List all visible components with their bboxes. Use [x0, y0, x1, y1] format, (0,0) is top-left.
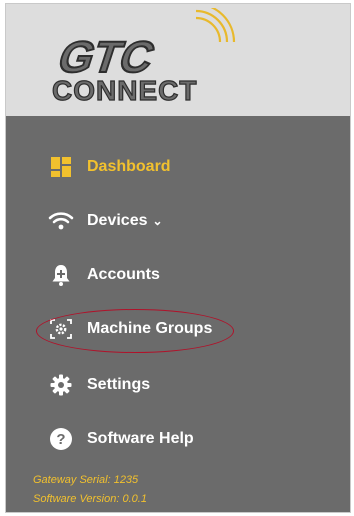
- help-icon: ?: [48, 426, 74, 452]
- sidebar: Dashboard Devices ⌄ Accounts Machine Gro…: [6, 116, 350, 512]
- nav-label: Software Help: [87, 430, 194, 447]
- nav-label: Settings: [87, 376, 151, 393]
- software-version: Software Version: 0.0.1: [33, 493, 147, 505]
- dashboard-icon: [48, 154, 74, 180]
- app-frame: GTC CONNECT Dashboard Devices ⌄ Accounts…: [5, 3, 351, 513]
- header-logo-area: GTC CONNECT: [6, 4, 350, 116]
- svg-text:?: ?: [56, 431, 65, 448]
- nav-label: Machine Groups: [87, 320, 213, 337]
- gateway-serial: Gateway Serial: 1235: [33, 474, 139, 486]
- nav-item-accounts[interactable]: Accounts: [48, 260, 160, 290]
- nav-label: Accounts: [87, 266, 160, 283]
- nav-item-settings[interactable]: Settings: [48, 370, 150, 400]
- bell-plus-icon: [48, 262, 74, 288]
- nav-item-devices[interactable]: Devices ⌄: [48, 206, 163, 236]
- nav-label: Dashboard: [87, 158, 171, 175]
- nav-label: Devices: [87, 212, 148, 229]
- nav-item-machine-groups[interactable]: Machine Groups: [48, 314, 212, 344]
- gear-icon: [48, 372, 74, 398]
- logo-connect-text: CONNECT: [52, 75, 197, 106]
- chevron-down-icon[interactable]: ⌄: [153, 214, 163, 228]
- gtc-connect-logo: GTC CONNECT: [51, 8, 236, 107]
- nav-item-dashboard[interactable]: Dashboard: [48, 152, 171, 182]
- nav-item-software-help[interactable]: ? Software Help: [48, 424, 194, 454]
- machine-groups-icon: [48, 316, 74, 342]
- wifi-icon: [48, 208, 74, 234]
